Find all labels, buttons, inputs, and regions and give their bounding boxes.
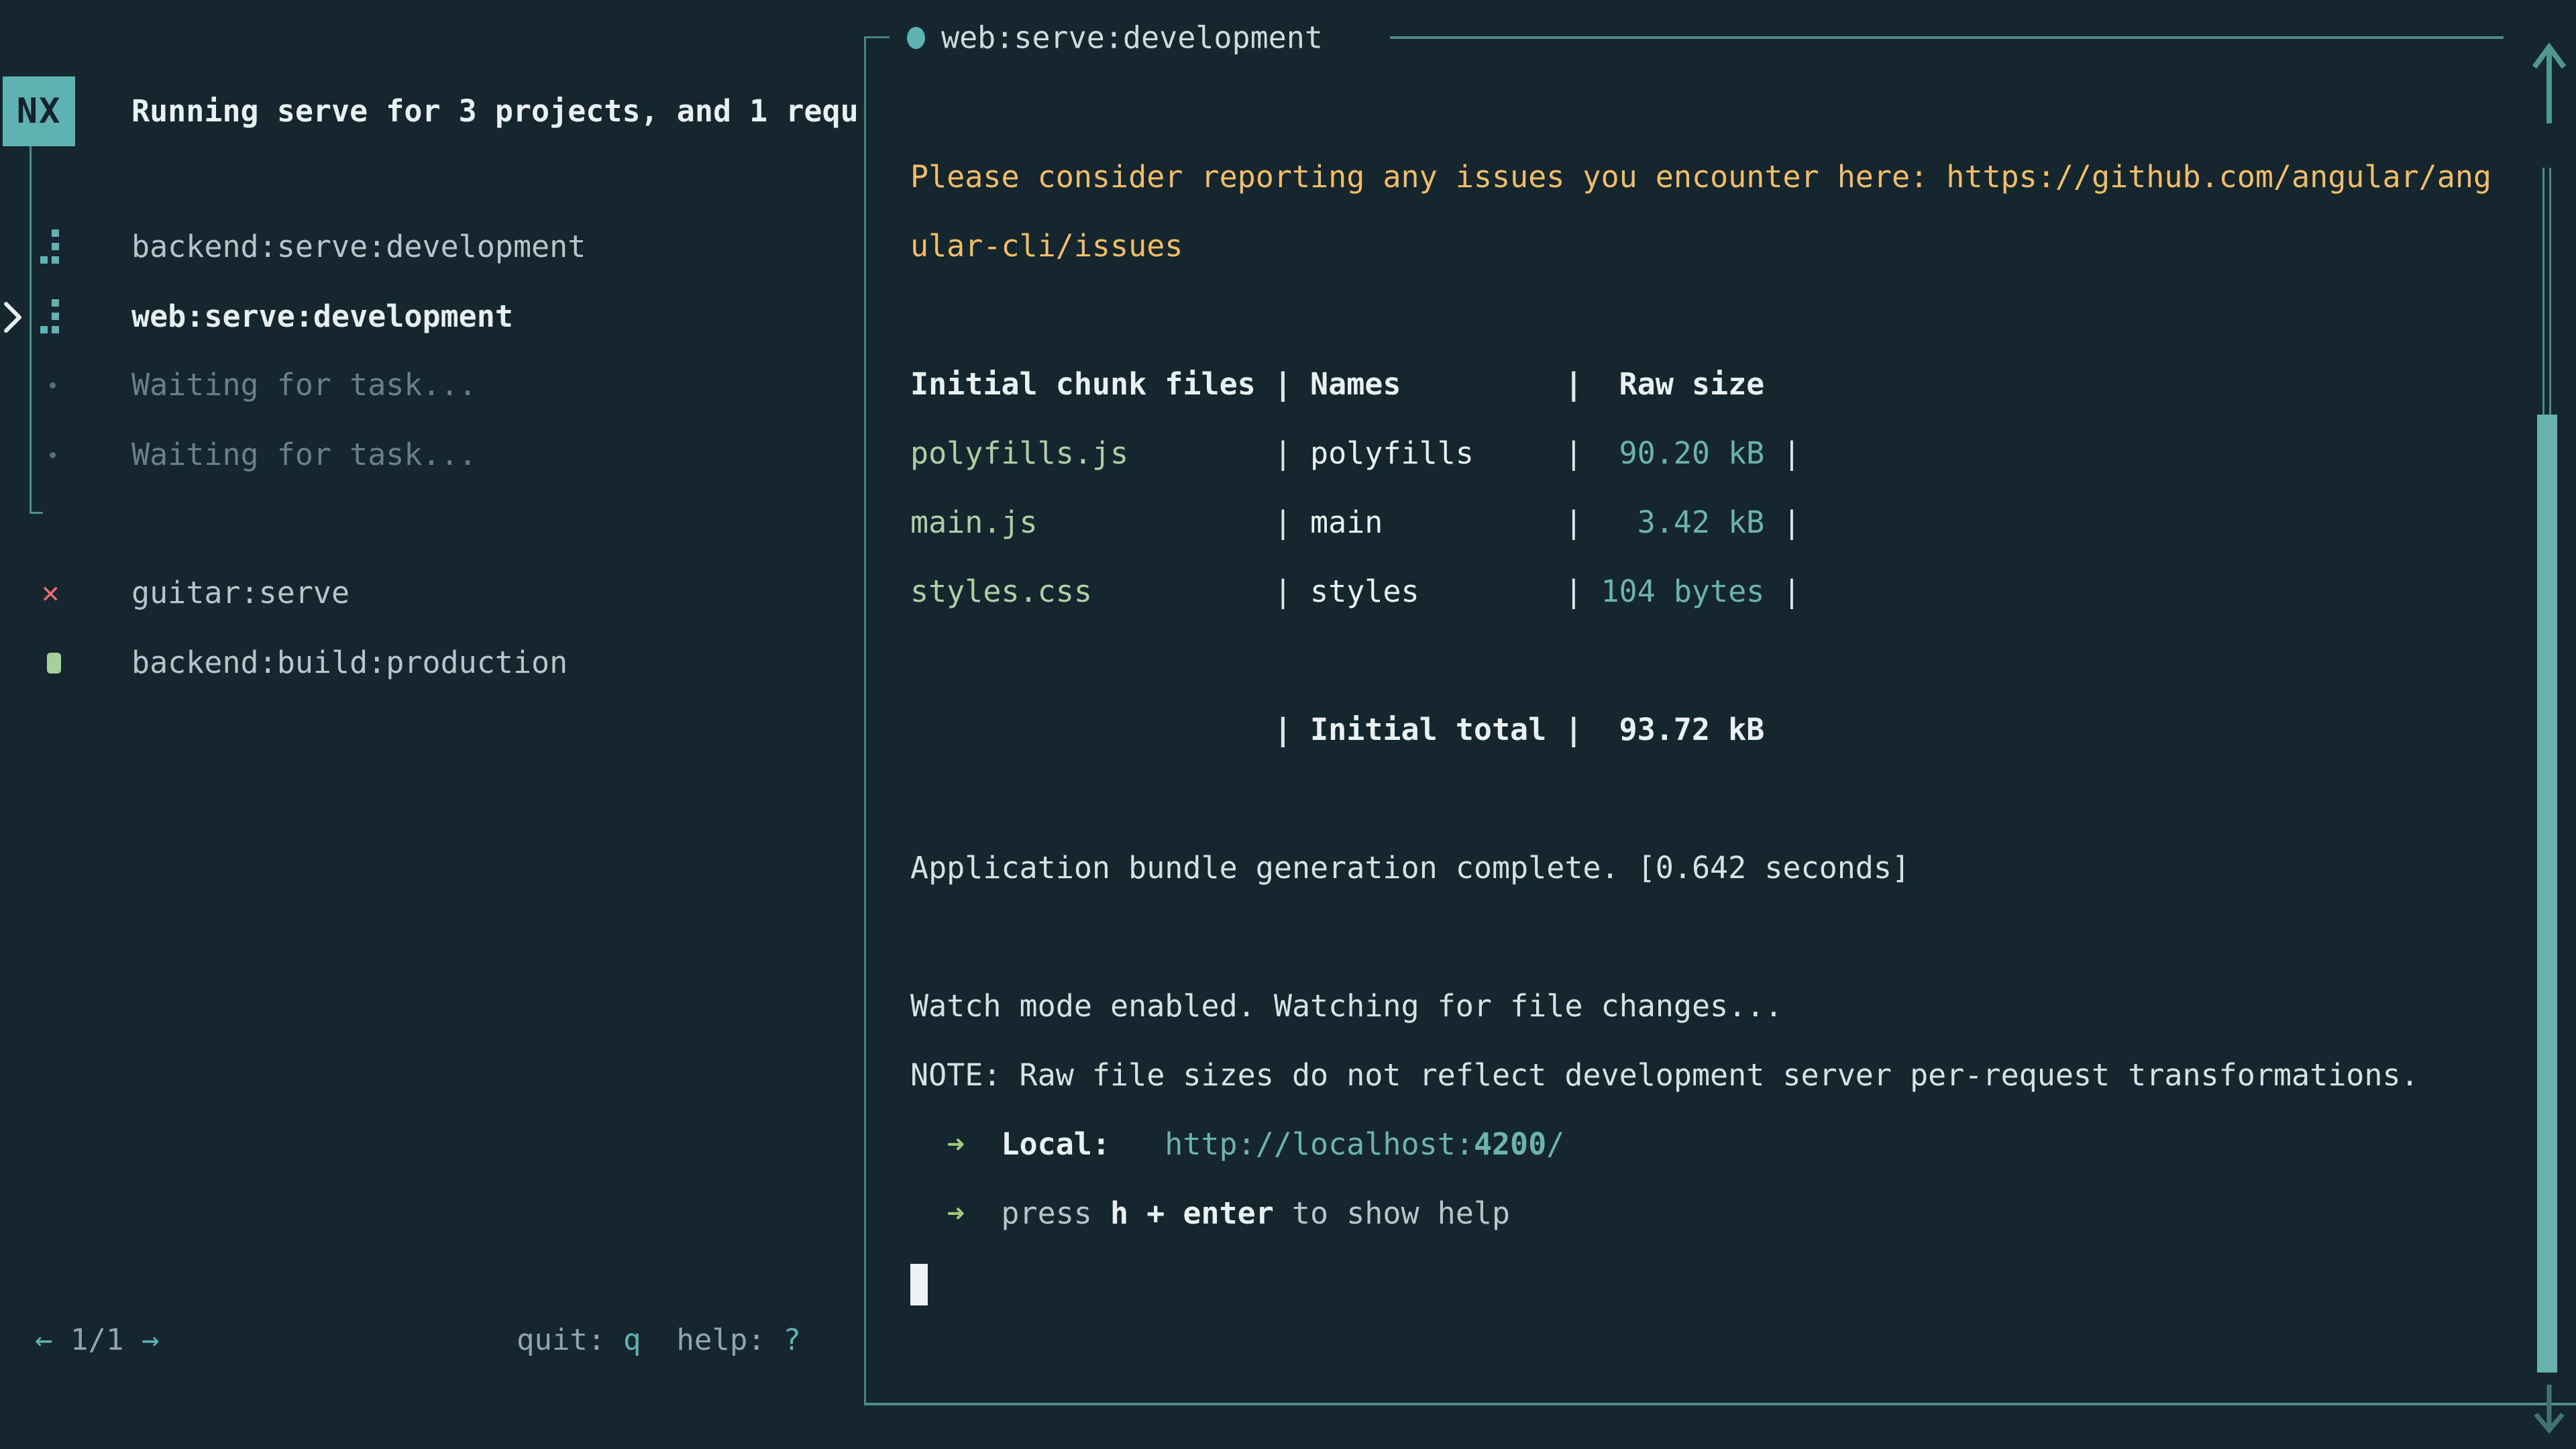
- col-header-names: Names: [1310, 350, 1546, 419]
- app-header-title: Running serve for 3 projects, and 1 requ: [131, 86, 864, 137]
- local-label: Local:: [1001, 1126, 1110, 1162]
- local-url-slash[interactable]: /: [1546, 1126, 1564, 1162]
- quit-label: quit:: [517, 1323, 623, 1357]
- task-label-selected: web:serve:development: [131, 282, 513, 352]
- task-row-waiting-1[interactable]: Waiting for task...: [0, 350, 864, 420]
- scroll-up-icon[interactable]: [2528, 39, 2571, 130]
- page-indicator: 1/1: [70, 1323, 123, 1357]
- chunk-file: polyfills.js: [910, 419, 1274, 488]
- task-label: Waiting for task...: [131, 350, 477, 420]
- nx-terminal-ui: NX Running serve for 3 projects, and 1 r…: [0, 0, 2576, 1449]
- scrollbar-thumb[interactable]: [2537, 415, 2557, 1373]
- table-row: styles.css|styles|104 bytes|: [910, 557, 2547, 626]
- cursor-line: [910, 1248, 2547, 1317]
- help-key: ?: [783, 1323, 801, 1357]
- notice-line: ular-cli/issues: [910, 211, 2547, 280]
- help-label: help:: [641, 1323, 783, 1357]
- bundle-complete-line: Application bundle generation complete. …: [910, 833, 2547, 902]
- notice-line: Please consider reporting any issues you…: [910, 142, 2547, 211]
- task-label: guitar:serve: [131, 558, 350, 628]
- panel-border-left: [864, 36, 866, 1405]
- pagination: ← 1/1 →: [35, 1305, 159, 1375]
- terminal-output: Please consider reporting any issues you…: [910, 142, 2547, 1317]
- panel-border-top-stub: [864, 36, 890, 38]
- table-row: main.js|main|3.42 kB|: [910, 488, 2547, 557]
- blank-line: [910, 902, 2547, 971]
- nx-logo: NX: [3, 76, 75, 146]
- task-row-web-serve[interactable]: web:serve:development: [0, 282, 864, 352]
- waiting-dot-icon: [50, 382, 56, 388]
- terminal-cursor[interactable]: [910, 1264, 928, 1305]
- quit-key: q: [623, 1323, 641, 1357]
- local-port[interactable]: 4200: [1474, 1126, 1546, 1162]
- chunk-size: 104 bytes: [1601, 557, 1764, 626]
- task-label: backend:serve:development: [131, 212, 586, 282]
- task-label: Waiting for task...: [131, 420, 477, 490]
- table-total-row: |Initial total|93.72 kB: [910, 695, 2547, 764]
- table-row: polyfills.js|polyfills|90.20 kB|: [910, 419, 2547, 488]
- chunk-name: polyfills: [1310, 419, 1546, 488]
- panel-title: web:serve:development: [941, 20, 1323, 56]
- chunk-size: 90.20 kB: [1601, 419, 1764, 488]
- local-url-line: ➜ Local: http://localhost:4200/: [910, 1110, 2547, 1179]
- task-row-waiting-2[interactable]: Waiting for task...: [0, 420, 864, 490]
- chunk-name: styles: [1310, 557, 1546, 626]
- note-line: NOTE: Raw file sizes do not reflect deve…: [910, 1040, 2547, 1110]
- total-label: Initial total: [1310, 695, 1546, 764]
- next-page-arrow-icon[interactable]: →: [142, 1323, 160, 1357]
- col-header-files: Initial chunk files: [910, 350, 1274, 419]
- spinner-icon: [40, 229, 60, 264]
- spinner-icon: [40, 299, 60, 334]
- chunk-size: 3.42 kB: [1601, 488, 1764, 557]
- press-suffix: to show help: [1274, 1195, 1510, 1231]
- panel-border-bottom: [864, 1403, 2576, 1405]
- task-row-guitar-serve[interactable]: ✕ guitar:serve: [0, 558, 864, 628]
- blank-line: [910, 280, 2547, 350]
- prompt-arrow-icon: ➜: [947, 1110, 965, 1179]
- sidebar: NX Running serve for 3 projects, and 1 r…: [0, 0, 864, 1449]
- help-bar: quit: q help: ?: [517, 1305, 801, 1375]
- task-group-branch-corner: [30, 512, 43, 514]
- panel-title-bar: web:serve:development: [907, 19, 1323, 56]
- task-row-backend-serve[interactable]: backend:serve:development: [0, 212, 864, 282]
- watch-mode-line: Watch mode enabled. Watching for file ch…: [910, 971, 2547, 1040]
- blank-line: [910, 626, 2547, 695]
- waiting-dot-icon: [50, 452, 56, 458]
- prompt-arrow-icon: ➜: [947, 1179, 965, 1248]
- scroll-down-icon[interactable]: [2529, 1382, 2569, 1438]
- task-row-backend-build[interactable]: backend:build:production: [0, 628, 864, 698]
- task-running-dot-icon: [907, 27, 925, 49]
- task-label: backend:build:production: [131, 628, 568, 698]
- task-failed-icon: ✕: [42, 558, 60, 628]
- task-success-icon: [47, 653, 61, 674]
- chunk-file: styles.css: [910, 557, 1274, 626]
- local-url[interactable]: http://localhost:: [1165, 1126, 1474, 1162]
- press-keys: h + enter: [1110, 1195, 1274, 1231]
- prev-page-arrow-icon[interactable]: ←: [35, 1323, 53, 1357]
- help-hint-line: ➜ press h + enter to show help: [910, 1179, 2547, 1248]
- chunk-file: main.js: [910, 488, 1274, 557]
- col-header-raw-size: Raw size: [1601, 350, 1764, 419]
- table-header-row: Initial chunk files|Names|Raw size: [910, 350, 2547, 419]
- press-prefix: press: [1001, 1195, 1110, 1231]
- total-size: 93.72 kB: [1601, 695, 1764, 764]
- scrollbar-track[interactable]: [2542, 168, 2551, 416]
- blank-line: [910, 764, 2547, 833]
- chunk-name: main: [1310, 488, 1546, 557]
- panel-border-top: [1390, 36, 2504, 39]
